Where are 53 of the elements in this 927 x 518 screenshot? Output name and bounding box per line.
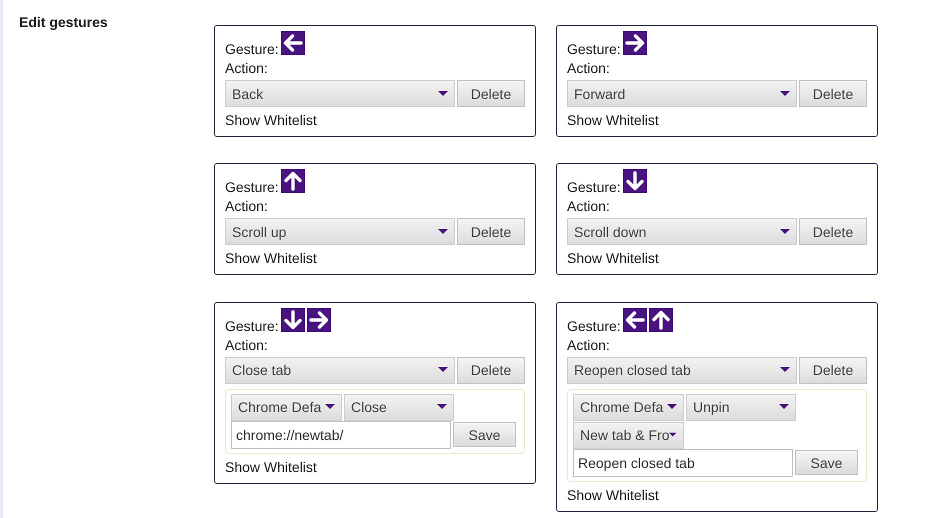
action-dropdown[interactable]: Scroll up [225,218,455,246]
show-whitelist-link[interactable]: Show Whitelist [225,458,525,476]
url-field[interactable]: chrome://newtab/ [231,420,451,449]
delete-button[interactable]: Delete [799,218,867,246]
action-label: Action: [567,336,611,354]
gesture-label: Gesture: [567,178,621,196]
caret-icon [779,404,789,410]
action-label: Action: [567,197,611,216]
action-dropdown[interactable]: Close tab [225,356,455,384]
action-label: Action: [567,59,611,77]
action-dropdown[interactable]: Scroll down [567,218,797,246]
caret-icon [780,367,790,374]
delete-button[interactable]: Delete [799,80,867,107]
caret-icon [325,404,335,410]
save-button[interactable]: Save [453,422,516,448]
option-dropdown[interactable]: Close [344,394,454,421]
right-arrow-icon [622,31,647,55]
caret-icon [438,228,448,235]
option-dropdown[interactable]: Chrome Defa [573,394,684,421]
caret-icon [780,90,790,96]
caret-icon [780,228,790,235]
option-dropdown[interactable]: Chrome Defa [231,394,342,421]
section-heading: Edit gestures [19,14,109,32]
delete-button[interactable]: Delete [457,218,525,246]
show-whitelist-link[interactable]: Show Whitelist [567,486,867,504]
action-label: Action: [225,197,269,216]
show-whitelist-link[interactable]: Show Whitelist [567,111,867,129]
show-whitelist-link[interactable]: Show Whitelist [567,249,867,268]
gesture-label: Gesture: [567,40,621,58]
delete-button[interactable]: Delete [799,356,867,384]
caret-icon [438,367,448,374]
show-whitelist-link[interactable]: Show Whitelist [225,111,525,129]
gesture-label: Gesture: [567,316,621,335]
save-button[interactable]: Save [795,450,858,476]
caret-icon [438,90,448,96]
caret-icon [667,404,677,410]
show-whitelist-link[interactable]: Show Whitelist [225,249,525,268]
caret-icon [669,432,677,438]
gesture-label: Gesture: [225,316,279,335]
action-dropdown[interactable]: Back [225,80,455,107]
option-dropdown[interactable]: New tab & Fro [573,422,684,449]
gesture-label: Gesture: [225,178,279,196]
action-dropdown[interactable]: Reopen closed tab [567,356,797,384]
gesture-label: Gesture: [225,40,279,58]
url-field[interactable]: Reopen closed tab [573,448,793,477]
action-label: Action: [225,59,269,77]
delete-button[interactable]: Delete [457,80,525,107]
action-label: Action: [225,336,269,354]
left-arrow-icon [280,31,305,55]
option-dropdown[interactable]: Unpin [686,394,796,421]
delete-button[interactable]: Delete [457,356,525,384]
caret-icon [437,404,447,410]
action-dropdown[interactable]: Forward [567,80,797,107]
